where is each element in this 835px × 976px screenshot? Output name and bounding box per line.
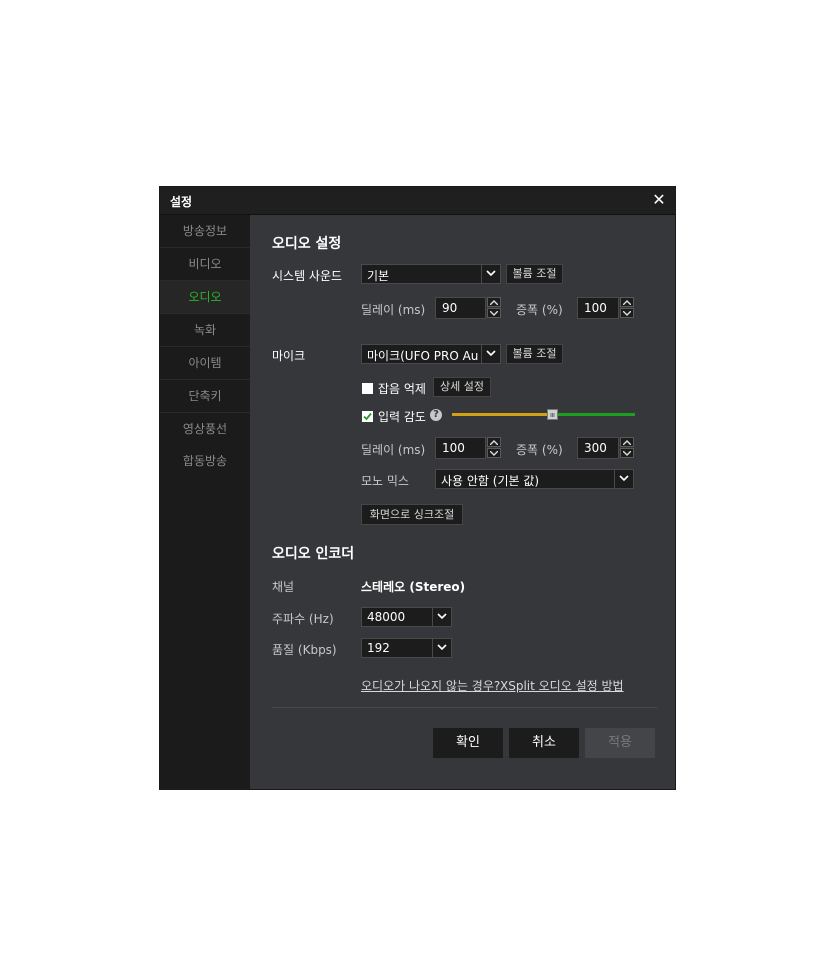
mic-select[interactable]: 마이크(UFO PRO Au... [361, 344, 501, 364]
system-delay-stepper[interactable]: 90 [435, 297, 501, 319]
mic-delay-label: 딜레이 (ms) [361, 443, 426, 457]
mic-gain-label: 증폭 (%) [516, 443, 563, 457]
sidebar: 방송정보 비디오 오디오 녹화 아이템 단축키 영상풍선 합동방송 [160, 215, 250, 789]
screen-sync-button[interactable]: 화면으로 싱크조절 [361, 504, 463, 525]
help-icon[interactable]: ? [430, 409, 442, 421]
input-sensitivity-label: 입력 감도 [378, 410, 426, 424]
sidebar-item-audio[interactable]: 오디오 [160, 281, 250, 314]
quality-select[interactable]: 192 [361, 638, 452, 658]
apply-button[interactable]: 적용 [585, 728, 655, 758]
quality-value: 192 [367, 641, 390, 655]
check-icon [363, 412, 372, 421]
increment-icon[interactable] [620, 297, 634, 307]
mic-delay-stepper[interactable]: 100 [435, 437, 501, 459]
xsplit-guide-link[interactable]: XSplit 오디오 설정 방법 [500, 677, 624, 694]
system-volume-button[interactable]: 볼륨 조절 [506, 264, 563, 284]
noise-suppression-checkbox[interactable] [362, 383, 373, 394]
mono-mix-label: 모노 믹스 [361, 474, 409, 488]
dialog-title: 설정 [170, 195, 193, 209]
close-icon[interactable]: ✕ [650, 190, 668, 210]
ok-button[interactable]: 확인 [433, 728, 503, 758]
footer-divider [272, 707, 657, 708]
sidebar-item-video[interactable]: 비디오 [160, 248, 250, 281]
mono-mix-select[interactable]: 사용 안함 (기본 값) [435, 469, 634, 489]
system-sound-label: 시스템 사운드 [272, 269, 343, 283]
sidebar-item-recording[interactable]: 녹화 [160, 314, 250, 347]
increment-icon[interactable] [620, 437, 634, 447]
quality-label: 품질 (Kbps) [272, 643, 337, 657]
channel-label: 채널 [272, 580, 295, 594]
system-sound-value: 기본 [367, 269, 390, 283]
chevron-down-icon [481, 265, 500, 283]
input-sensitivity-slider[interactable] [452, 409, 635, 420]
chevron-down-icon [432, 639, 451, 657]
audio-encoder-heading: 오디오 인코더 [272, 546, 355, 562]
sidebar-item-broadcast-info[interactable]: 방송정보 [160, 215, 250, 248]
decrement-icon[interactable] [487, 308, 501, 318]
increment-icon[interactable] [487, 297, 501, 307]
sidebar-item-joint-broadcast[interactable]: 합동방송 [160, 445, 250, 477]
slider-track-left [452, 413, 547, 416]
mic-gain-value[interactable]: 300 [577, 437, 619, 459]
system-sound-select[interactable]: 기본 [361, 264, 501, 284]
settings-dialog: 설정 ✕ 방송정보 비디오 오디오 녹화 아이템 단축키 영상풍선 합동방송 오… [159, 186, 676, 790]
system-delay-value[interactable]: 90 [435, 297, 486, 319]
increment-icon[interactable] [487, 437, 501, 447]
sidebar-item-items[interactable]: 아이템 [160, 347, 250, 380]
system-delay-label: 딜레이 (ms) [361, 303, 426, 317]
frequency-label: 주파수 (Hz) [272, 612, 334, 626]
chevron-down-icon [481, 345, 500, 363]
noise-suppression-label: 잡음 억제 [378, 382, 426, 396]
system-gain-value[interactable]: 100 [577, 297, 619, 319]
title-bar[interactable]: 설정 ✕ [160, 187, 675, 215]
no-audio-help-link[interactable]: 오디오가 나오지 않는 경우? [361, 677, 500, 694]
frequency-select[interactable]: 48000 [361, 607, 452, 627]
frequency-value: 48000 [367, 610, 406, 624]
mic-label: 마이크 [272, 349, 306, 363]
chevron-down-icon [614, 470, 633, 488]
detail-settings-button[interactable]: 상세 설정 [433, 377, 491, 397]
system-gain-stepper[interactable]: 100 [577, 297, 634, 319]
slider-thumb[interactable] [547, 409, 558, 420]
chevron-down-icon [432, 608, 451, 626]
sidebar-item-video-balloon[interactable]: 영상풍선 [160, 413, 250, 445]
mono-mix-value: 사용 안함 (기본 값) [441, 474, 540, 488]
cancel-button[interactable]: 취소 [509, 728, 579, 758]
mic-value: 마이크(UFO PRO Au... [367, 349, 479, 363]
sidebar-item-shortcuts[interactable]: 단축키 [160, 380, 250, 413]
channel-value: 스테레오 (Stereo) [361, 580, 466, 594]
mic-delay-value[interactable]: 100 [435, 437, 486, 459]
system-gain-label: 증폭 (%) [516, 303, 563, 317]
decrement-icon[interactable] [487, 448, 501, 458]
decrement-icon[interactable] [620, 308, 634, 318]
mic-volume-button[interactable]: 볼륨 조절 [506, 344, 563, 364]
slider-track-right [558, 413, 635, 416]
decrement-icon[interactable] [620, 448, 634, 458]
mic-gain-stepper[interactable]: 300 [577, 437, 634, 459]
input-sensitivity-checkbox[interactable] [362, 411, 373, 422]
audio-settings-heading: 오디오 설정 [272, 236, 342, 252]
